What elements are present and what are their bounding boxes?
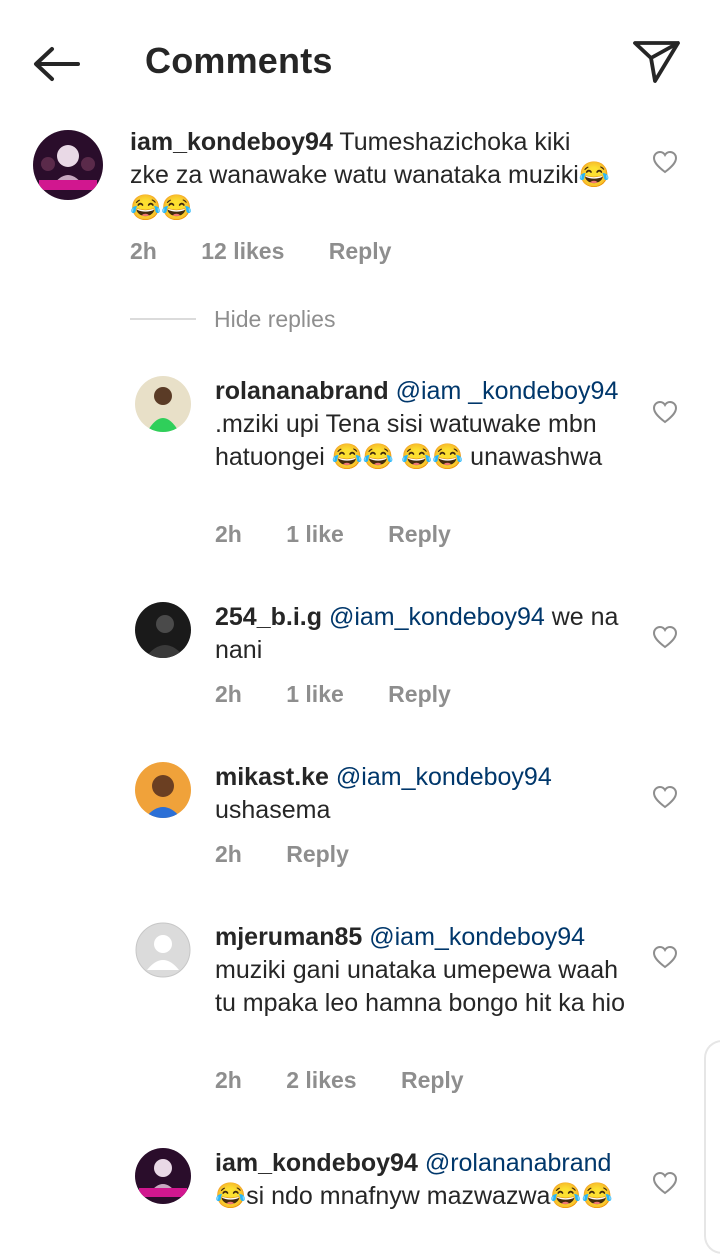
avatar[interactable] [135, 1148, 191, 1204]
reply-likes[interactable]: 1 like [286, 681, 344, 707]
comment-text: iam_kondeboy94 Tumeshazichoka kiki zke z… [130, 126, 610, 225]
reply-button[interactable]: Reply [329, 238, 392, 264]
scrollbar[interactable] [704, 1040, 720, 1254]
reply-meta: 2h 2 likes Reply [215, 1067, 502, 1094]
reply-username[interactable]: 254_b.i.g [215, 603, 322, 631]
heart-icon [652, 785, 678, 809]
avatar[interactable] [135, 376, 191, 432]
like-button[interactable] [652, 1171, 678, 1195]
reply-body: 😂si ndo mnafnyw mazwazwa😂😂 [215, 1182, 613, 1210]
reply-time: 2h [215, 841, 242, 867]
reply-text: mjeruman85 @iam_kondeboy94 muziki gani u… [215, 921, 630, 1020]
reply-button[interactable]: Reply [286, 841, 349, 867]
reply-time: 2h [215, 681, 242, 707]
reply-mention[interactable]: @rolananabrand [425, 1149, 612, 1177]
comment-time: 2h [130, 238, 157, 264]
reply-mention[interactable]: @iam_kondeboy94 [369, 923, 585, 951]
reply-body: .mziki upi Tena sisi watuwake mbn hatuon… [215, 410, 603, 471]
reply-mention[interactable]: @iam_kondeboy94 [336, 763, 552, 791]
like-button[interactable] [652, 400, 678, 424]
heart-icon [652, 150, 678, 174]
reply-mention[interactable]: @iam_kondeboy94 [329, 603, 545, 631]
reply-text: rolananabrand @iam _kondeboy94 .mziki up… [215, 375, 630, 474]
heart-icon [652, 400, 678, 424]
heart-icon [652, 1171, 678, 1195]
reply-meta: 2h 1 like Reply [215, 681, 489, 708]
reply-text: iam_kondeboy94 @rolananabrand 😂si ndo mn… [215, 1147, 630, 1213]
avatar[interactable] [135, 602, 191, 658]
reply-likes[interactable]: 1 like [286, 521, 344, 547]
reply-meta: 2h Reply [215, 841, 387, 868]
share-button[interactable] [630, 36, 684, 86]
avatar[interactable] [135, 922, 191, 978]
comments-header: Comments [0, 0, 720, 120]
avatar[interactable] [33, 130, 103, 200]
divider [130, 318, 196, 320]
reply-time: 2h [215, 521, 242, 547]
comment-username[interactable]: iam_kondeboy94 [130, 128, 333, 156]
avatar[interactable] [135, 762, 191, 818]
reply-username[interactable]: mikast.ke [215, 763, 329, 791]
reply-username[interactable]: rolananabrand [215, 377, 389, 405]
reply-button[interactable]: Reply [388, 681, 451, 707]
like-button[interactable] [652, 150, 678, 174]
like-button[interactable] [652, 785, 678, 809]
reply-username[interactable]: iam_kondeboy94 [215, 1149, 418, 1177]
reply-mention[interactable]: @iam _kondeboy94 [396, 377, 619, 405]
reply-meta: 2h 1 like Reply [215, 521, 489, 548]
page-title: Comments [145, 40, 333, 81]
heart-icon [652, 945, 678, 969]
reply-username[interactable]: mjeruman85 [215, 923, 362, 951]
reply-likes[interactable]: 2 likes [286, 1067, 356, 1093]
reply-text: mikast.ke @iam_kondeboy94 ushasema [215, 761, 630, 827]
reply-button[interactable]: Reply [388, 521, 451, 547]
reply-time: 2h [215, 1067, 242, 1093]
like-button[interactable] [652, 625, 678, 649]
reply-body: ushasema [215, 796, 331, 824]
comment-meta: 2h 12 likes Reply [130, 238, 429, 265]
reply-body: muziki gani unataka umepewa waah tu mpak… [215, 956, 625, 1017]
heart-icon [652, 625, 678, 649]
comment-likes[interactable]: 12 likes [201, 238, 284, 264]
arrow-left-icon [34, 47, 80, 81]
reply-button[interactable]: Reply [401, 1067, 464, 1093]
paper-plane-icon [633, 41, 680, 83]
reply-text: 254_b.i.g @iam_kondeboy94 we na nani [215, 601, 630, 667]
back-button[interactable] [30, 42, 82, 86]
hide-replies-label[interactable]: Hide replies [214, 306, 335, 333]
like-button[interactable] [652, 945, 678, 969]
default-avatar-icon [135, 922, 191, 978]
